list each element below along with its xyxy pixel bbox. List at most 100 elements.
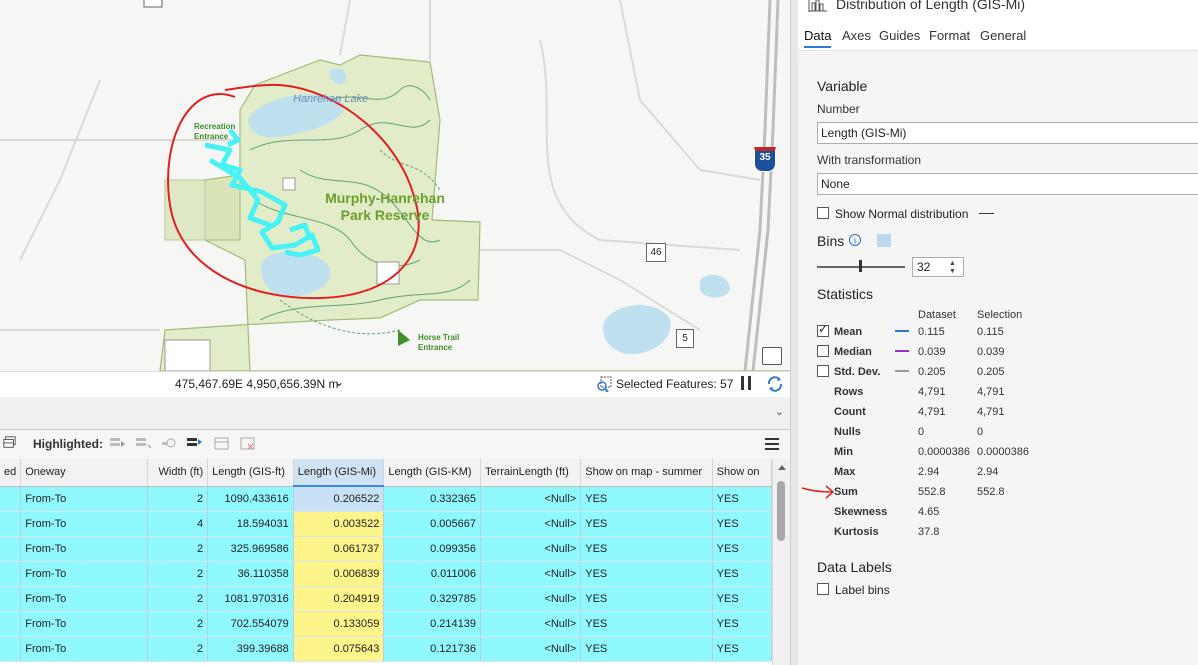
unhighlight-icon[interactable] xyxy=(136,437,151,450)
switch-highlighted-icon[interactable] xyxy=(110,437,125,450)
tab-format[interactable]: Format xyxy=(929,28,970,43)
cell-length-mi[interactable]: 0.075643 xyxy=(293,636,385,662)
cell-show-summer[interactable]: YES xyxy=(580,511,713,537)
basemap-icon[interactable] xyxy=(762,347,782,365)
cell-length-ft[interactable]: 1090.433616 xyxy=(207,486,294,512)
transformation-dropdown[interactable]: None xyxy=(817,173,1198,195)
cell-length-mi[interactable]: 0.204919 xyxy=(293,586,385,612)
zoom-to-highlighted-icon[interactable] xyxy=(162,437,177,450)
mean-checkbox[interactable] xyxy=(817,322,829,337)
cell-show-on[interactable]: YES xyxy=(712,511,772,537)
pause-drawing-button[interactable] xyxy=(741,376,753,390)
pane-splitter[interactable]: ⌄ xyxy=(0,397,790,429)
bin-color-swatch[interactable] xyxy=(877,234,891,247)
cell-show-on[interactable]: YES xyxy=(712,486,772,512)
attribute-table[interactable]: ed Oneway Width (ft) Length (GIS-ft) Len… xyxy=(0,459,772,665)
cell-ed[interactable] xyxy=(0,536,22,562)
cell-show-on[interactable]: YES xyxy=(712,586,772,612)
cell-show-on[interactable]: YES xyxy=(712,611,772,637)
col-header-length-km[interactable]: Length (GIS-KM) xyxy=(383,459,481,487)
cell-oneway[interactable]: From-To xyxy=(20,486,148,512)
cell-show-on[interactable]: YES xyxy=(712,561,772,587)
info-icon[interactable]: i xyxy=(849,234,861,246)
cell-length-km[interactable]: 0.329785 xyxy=(383,586,481,612)
chevron-down-icon[interactable]: ▼ xyxy=(949,268,956,275)
cell-length-km[interactable]: 0.214139 xyxy=(383,611,481,637)
cell-oneway[interactable]: From-To xyxy=(20,561,148,587)
bins-slider-handle[interactable] xyxy=(859,260,862,272)
scroll-up-arrow-icon[interactable] xyxy=(778,465,786,470)
cell-ed[interactable] xyxy=(0,486,22,512)
col-header-show-on[interactable]: Show on xyxy=(712,459,772,487)
cell-length-ft[interactable]: 1081.970316 xyxy=(207,586,294,612)
cell-terrain-length[interactable]: <Null> xyxy=(480,636,582,662)
cell-length-km[interactable]: 0.011006 xyxy=(383,561,481,587)
cell-length-km[interactable]: 0.121736 xyxy=(383,636,481,662)
cell-length-mi[interactable]: 0.133059 xyxy=(293,611,385,637)
show-normal-distribution-checkbox[interactable] xyxy=(817,207,829,219)
cell-length-mi[interactable]: 0.061737 xyxy=(293,536,385,562)
cell-terrain-length[interactable]: <Null> xyxy=(480,586,582,612)
map-canvas[interactable] xyxy=(0,0,790,371)
cell-show-on[interactable]: YES xyxy=(712,536,772,562)
cell-ed[interactable] xyxy=(0,636,22,662)
cell-length-km[interactable]: 0.099356 xyxy=(383,536,481,562)
std-dev-checkbox[interactable] xyxy=(817,365,829,377)
col-header-width[interactable]: Width (ft) xyxy=(147,459,209,487)
cell-terrain-length[interactable]: <Null> xyxy=(480,611,582,637)
cell-length-km[interactable]: 0.332365 xyxy=(383,486,481,512)
table-row[interactable]: From-To 4 18.594031 0.003522 0.005667 <N… xyxy=(0,511,772,537)
table-row[interactable]: From-To 2 36.110358 0.006839 0.011006 <N… xyxy=(0,561,772,587)
col-header-length-ft[interactable]: Length (GIS-ft) xyxy=(207,459,294,487)
chevron-up-icon[interactable]: ▲ xyxy=(949,260,956,267)
cell-ed[interactable] xyxy=(0,561,22,587)
cell-length-ft[interactable]: 399.39688 xyxy=(207,636,294,662)
table-row[interactable]: From-To 2 399.39688 0.075643 0.121736 <N… xyxy=(0,636,772,662)
cell-width[interactable]: 2 xyxy=(147,611,209,637)
cell-length-mi[interactable]: 0.006839 xyxy=(293,561,385,587)
table-vertical-scrollbar[interactable] xyxy=(772,459,791,665)
tab-data[interactable]: Data xyxy=(804,28,832,48)
cell-show-summer[interactable]: YES xyxy=(580,586,713,612)
cell-length-ft[interactable]: 18.594031 xyxy=(207,511,294,537)
reselect-highlighted-icon[interactable] xyxy=(187,437,202,450)
col-header-terrain-length[interactable]: TerrainLength (ft) xyxy=(480,459,582,487)
table-row[interactable]: From-To 2 1090.433616 0.206522 0.332365 … xyxy=(0,486,772,512)
cell-terrain-length[interactable]: <Null> xyxy=(480,561,582,587)
col-header-oneway[interactable]: Oneway xyxy=(20,459,148,487)
refresh-icon[interactable] xyxy=(766,375,784,393)
median-checkbox[interactable] xyxy=(817,345,829,357)
tab-general[interactable]: General xyxy=(980,28,1026,43)
cell-show-summer[interactable]: YES xyxy=(580,611,713,637)
table-row[interactable]: From-To 2 1081.970316 0.204919 0.329785 … xyxy=(0,586,772,612)
chevron-down-icon[interactable]: ⌄ xyxy=(775,405,784,418)
cell-width[interactable]: 2 xyxy=(147,586,209,612)
cell-width[interactable]: 2 xyxy=(147,636,209,662)
scrollbar-thumb[interactable] xyxy=(777,481,785,541)
cell-length-ft[interactable]: 702.554079 xyxy=(207,611,294,637)
selected-features-icon[interactable] xyxy=(596,376,612,392)
cell-show-summer[interactable]: YES xyxy=(580,486,713,512)
bins-input[interactable]: 32 xyxy=(912,257,964,277)
tab-axes[interactable]: Axes xyxy=(842,28,871,43)
table-row[interactable]: From-To 2 702.554079 0.133059 0.214139 <… xyxy=(0,611,772,637)
table-menu-icon[interactable] xyxy=(765,438,779,450)
cell-width[interactable]: 2 xyxy=(147,536,209,562)
cell-ed[interactable] xyxy=(0,611,22,637)
cell-oneway[interactable]: From-To xyxy=(20,636,148,662)
cell-show-summer[interactable]: YES xyxy=(580,636,713,662)
table-row[interactable]: From-To 2 325.969586 0.061737 0.099356 <… xyxy=(0,536,772,562)
number-field[interactable]: Length (GIS-Mi) xyxy=(817,122,1198,144)
tab-guides[interactable]: Guides xyxy=(879,28,920,43)
cell-oneway[interactable]: From-To xyxy=(20,536,148,562)
cell-ed[interactable] xyxy=(0,511,22,537)
cell-length-km[interactable]: 0.005667 xyxy=(383,511,481,537)
cell-oneway[interactable]: From-To xyxy=(20,586,148,612)
col-header-show-summer[interactable]: Show on map - summer xyxy=(580,459,713,487)
copy-highlighted-icon[interactable] xyxy=(214,437,229,450)
cell-width[interactable]: 2 xyxy=(147,486,209,512)
cell-ed[interactable] xyxy=(0,586,22,612)
cell-terrain-length[interactable]: <Null> xyxy=(480,536,582,562)
table-options-icon[interactable] xyxy=(2,436,17,449)
map-view[interactable]: Hanrehan Lake Recreation Entrance Murphy… xyxy=(0,0,790,371)
